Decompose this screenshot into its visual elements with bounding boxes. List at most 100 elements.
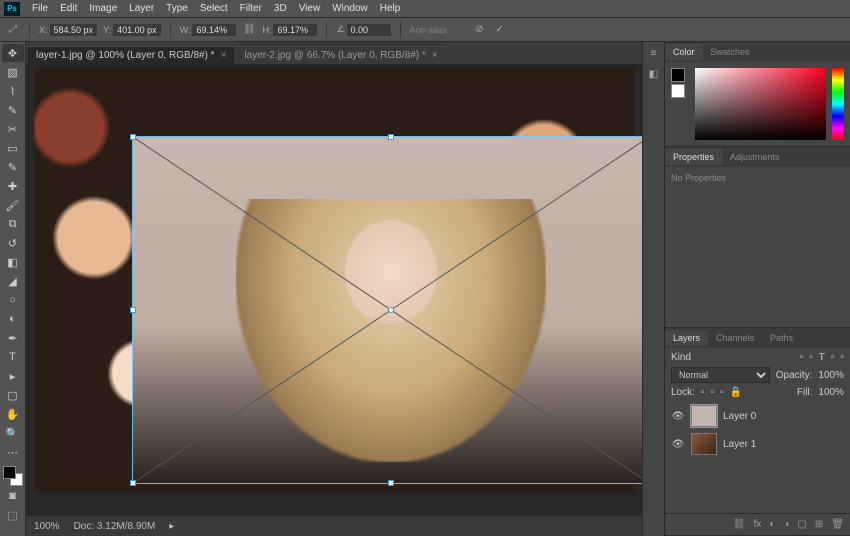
screen-mode-tool[interactable]: ⬚ <box>2 506 24 524</box>
crop-tool[interactable]: ✂ <box>2 120 24 138</box>
properties-tab[interactable]: Properties <box>665 149 722 165</box>
menu-window[interactable]: Window <box>326 3 374 14</box>
close-tab-icon[interactable]: × <box>221 50 227 61</box>
marquee-tool[interactable]: ▧ <box>2 63 24 81</box>
h-input[interactable]: 69.17% <box>273 24 317 36</box>
layer-name[interactable]: Layer 0 <box>723 411 756 422</box>
channels-tab[interactable]: Channels <box>708 330 762 346</box>
fg-color-swatch[interactable] <box>671 68 685 82</box>
shape-tool[interactable]: ▢ <box>2 386 24 404</box>
lock-icon[interactable]: 🔒 <box>730 387 742 398</box>
lock-icon[interactable]: ▫ <box>701 387 705 398</box>
gradient-tool[interactable]: ◢ <box>2 272 24 290</box>
brush-tool[interactable]: 🖌 <box>2 196 24 214</box>
heal-tool[interactable]: ✚ <box>2 177 24 195</box>
quick-select-tool[interactable]: ✎ <box>2 101 24 119</box>
layer-mask-icon[interactable]: ◐ <box>769 519 775 530</box>
document-tab-1[interactable]: layer-1.jpg @ 100% (Layer 0, RGB/8#) *× <box>28 46 234 64</box>
blur-tool[interactable]: ○ <box>2 291 24 309</box>
collapsed-panel-icon[interactable]: ◧ <box>649 69 658 80</box>
color-picker[interactable] <box>665 62 850 146</box>
layer-item[interactable]: 👁 Layer 1 <box>671 430 844 458</box>
visibility-icon[interactable]: 👁 <box>671 439 685 450</box>
adjustment-layer-icon[interactable]: ◑ <box>783 519 789 530</box>
lasso-tool[interactable]: ⌇ <box>2 82 24 100</box>
group-icon[interactable]: ▢ <box>797 519 806 530</box>
transform-handle[interactable] <box>388 480 394 486</box>
delete-layer-icon[interactable]: 🗑 <box>831 519 844 530</box>
cancel-transform-icon[interactable]: ⊘ <box>473 23 487 37</box>
x-input[interactable]: 584.50 px <box>50 24 98 36</box>
filter-icon[interactable]: ▫ <box>809 352 813 363</box>
edit-toolbar-icon[interactable]: ⋯ <box>2 443 24 461</box>
transform-handle[interactable] <box>130 480 136 486</box>
menu-type[interactable]: Type <box>160 3 194 14</box>
type-tool[interactable]: T <box>2 348 24 366</box>
canvas[interactable] <box>26 64 642 516</box>
filter-icon[interactable]: ▫ <box>800 352 804 363</box>
menu-3d[interactable]: 3D <box>268 3 293 14</box>
eraser-tool[interactable]: ◧ <box>2 253 24 271</box>
zoom-tool[interactable]: 🔍 <box>2 424 24 442</box>
filter-icon[interactable]: T <box>819 352 825 363</box>
adjustments-tab[interactable]: Adjustments <box>722 149 788 165</box>
menu-image[interactable]: Image <box>83 3 123 14</box>
transform-box[interactable] <box>132 136 642 484</box>
fill-value[interactable]: 100% <box>818 387 844 398</box>
layer-thumbnail[interactable] <box>691 433 717 455</box>
dodge-tool[interactable]: ◐ <box>2 310 24 328</box>
transform-handle[interactable] <box>130 307 136 313</box>
color-tab[interactable]: Color <box>665 44 703 60</box>
hue-slider[interactable] <box>832 68 844 140</box>
angle-input[interactable]: 0.00 <box>347 24 391 36</box>
swatches-tab[interactable]: Swatches <box>703 44 758 60</box>
opacity-value[interactable]: 100% <box>818 370 844 381</box>
lock-icon[interactable]: ▫ <box>710 387 714 398</box>
transform-center[interactable] <box>388 307 394 313</box>
paths-tab[interactable]: Paths <box>762 330 801 346</box>
path-select-tool[interactable]: ▸ <box>2 367 24 385</box>
y-input[interactable]: 401.00 px <box>113 24 161 36</box>
color-field[interactable] <box>695 68 826 140</box>
visibility-icon[interactable]: 👁 <box>671 411 685 422</box>
document-tab-2[interactable]: layer-2.jpg @ 66.7% (Layer 0, RGB/8#) *× <box>236 46 445 64</box>
color-swatch[interactable] <box>3 466 23 486</box>
stamp-tool[interactable]: ⧉ <box>2 215 24 233</box>
w-input[interactable]: 69.14% <box>192 24 236 36</box>
menu-file[interactable]: File <box>26 3 54 14</box>
transform-handle[interactable] <box>388 134 394 140</box>
filter-icon[interactable]: ▫ <box>840 352 844 363</box>
new-layer-icon[interactable]: ⊞ <box>815 519 823 530</box>
menu-edit[interactable]: Edit <box>54 3 83 14</box>
layer-item[interactable]: 👁 Layer 0 <box>671 402 844 430</box>
pen-tool[interactable]: ✒ <box>2 329 24 347</box>
transform-handle[interactable] <box>130 134 136 140</box>
blend-mode-select[interactable]: Normal <box>671 367 770 383</box>
commit-transform-icon[interactable]: ✓ <box>493 23 507 37</box>
menu-select[interactable]: Select <box>194 3 234 14</box>
menu-layer[interactable]: Layer <box>123 3 160 14</box>
layer-thumbnail[interactable] <box>691 405 717 427</box>
layers-tab[interactable]: Layers <box>665 330 708 346</box>
close-tab-icon[interactable]: × <box>432 50 438 61</box>
zoom-level[interactable]: 100% <box>34 521 60 532</box>
move-tool[interactable]: ✥ <box>2 44 24 62</box>
link-layers-icon[interactable]: ⛓ <box>733 519 746 530</box>
link-icon[interactable]: ⛓ <box>242 23 256 37</box>
bg-color-swatch[interactable] <box>671 84 685 98</box>
eyedropper-tool[interactable]: ✎ <box>2 158 24 176</box>
collapsed-panel-icon[interactable]: ≡ <box>651 48 657 59</box>
status-chevron-icon[interactable]: ▸ <box>169 521 174 532</box>
layer-fx-icon[interactable]: fx <box>754 519 762 530</box>
menu-view[interactable]: View <box>293 3 327 14</box>
layer-name[interactable]: Layer 1 <box>723 439 756 450</box>
antialias-checkbox[interactable]: Anti-alias <box>410 25 447 35</box>
menu-help[interactable]: Help <box>374 3 407 14</box>
menu-filter[interactable]: Filter <box>234 3 268 14</box>
quick-mask-tool[interactable]: ◙ <box>2 487 24 505</box>
hand-tool[interactable]: ✋ <box>2 405 24 423</box>
lock-icon[interactable]: ▫ <box>720 387 724 398</box>
frame-tool[interactable]: ▭ <box>2 139 24 157</box>
filter-icon[interactable]: ▫ <box>831 352 835 363</box>
history-brush-tool[interactable]: ↺ <box>2 234 24 252</box>
